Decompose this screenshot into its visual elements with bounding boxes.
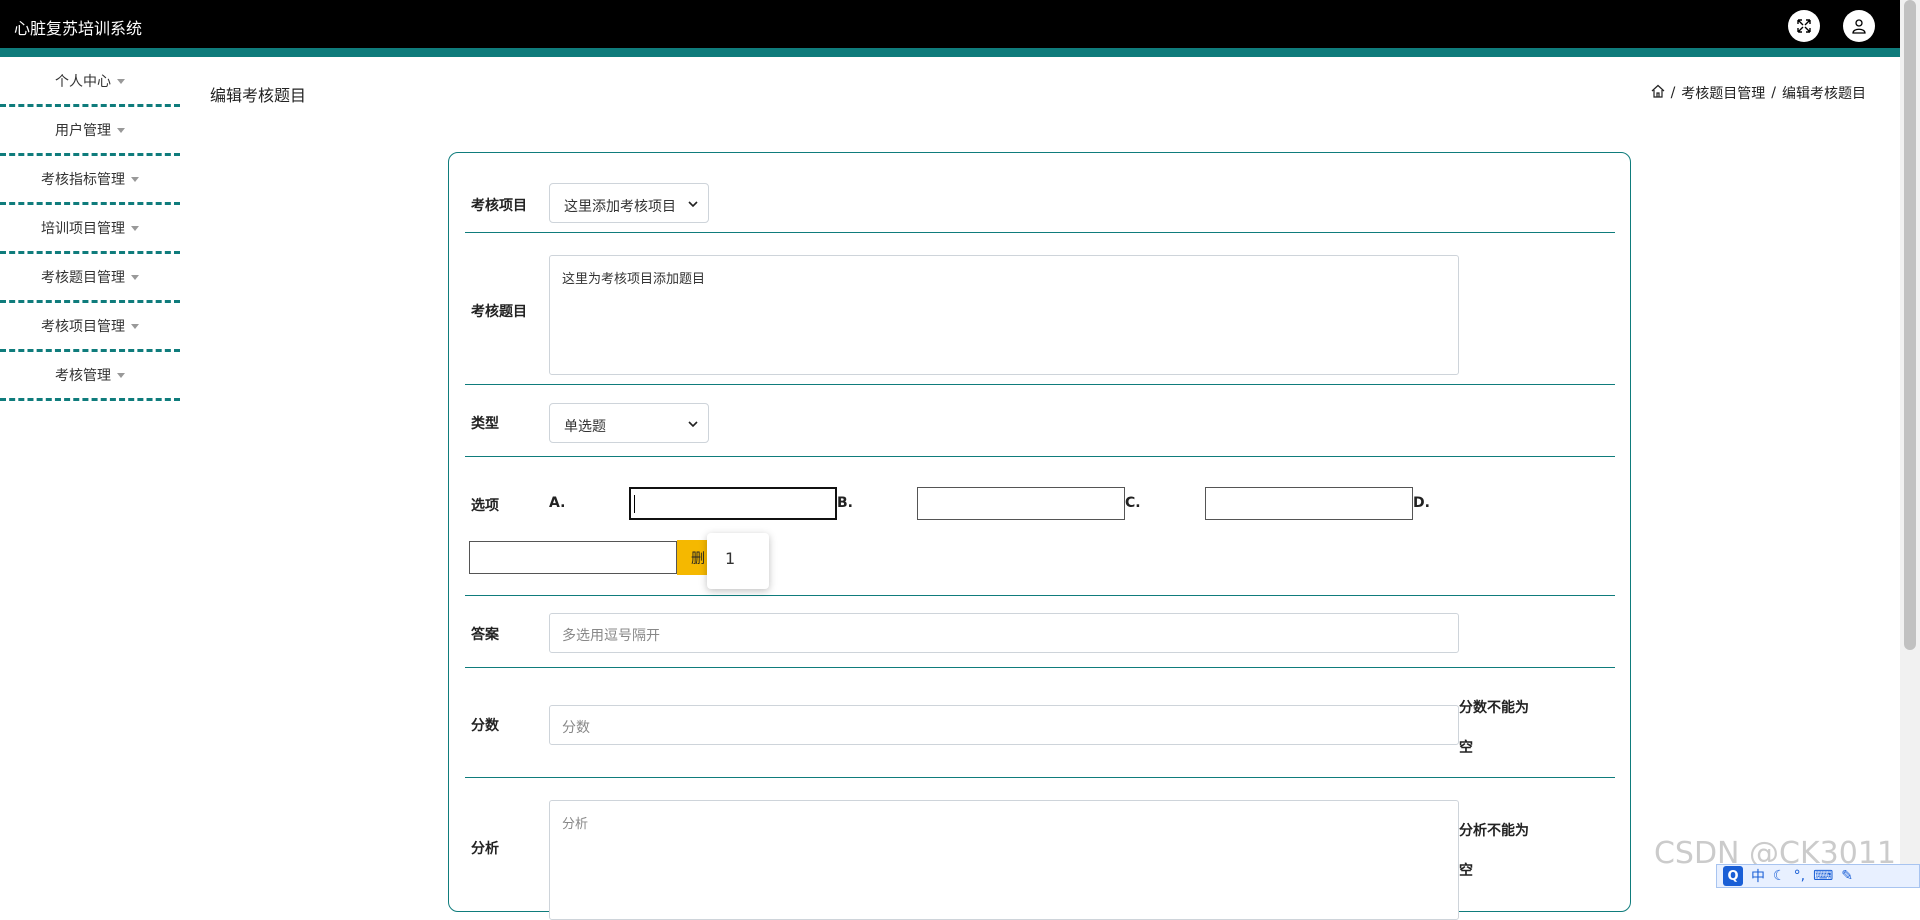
sidebar-item-label: 考核项目管理 [41, 319, 125, 335]
sidebar-item-training-management[interactable]: 培训项目管理 [0, 205, 180, 254]
options-label: 选项 [471, 498, 499, 514]
sidebar-item-assessment-management[interactable]: 考核管理 [0, 352, 180, 401]
option-d-label: D. [1413, 495, 1430, 511]
breadcrumb-separator: / [1771, 85, 1776, 101]
sidebar-item-label: 个人中心 [55, 74, 111, 90]
score-error-message: 分数不能为空 [1459, 700, 1529, 756]
caret-down-icon [131, 323, 139, 329]
user-icon[interactable] [1843, 10, 1875, 42]
fullscreen-icon[interactable] [1788, 10, 1820, 42]
edit-question-form: 考核项目 这里添加考核项目 考核题目 这里为考核项目添加题目 类型 单选题 选项… [448, 152, 1631, 920]
punctuation-icon[interactable]: °, [1794, 868, 1805, 884]
breadcrumb-item-edit-question: 编辑考核题目 [1782, 86, 1866, 102]
analysis-row: 分析 分析 分析不能为空 [465, 778, 1615, 920]
autocomplete-item[interactable]: 1 [725, 549, 735, 568]
answer-placeholder: 多选用逗号隔开 [562, 628, 660, 644]
option-a-label: A. [549, 495, 566, 511]
score-label: 分数 [471, 718, 499, 734]
question-textarea[interactable]: 这里为考核项目添加题目 [549, 255, 1459, 375]
sidebar-item-label: 考核题目管理 [41, 270, 125, 286]
sidebar-item-user-management[interactable]: 用户管理 [0, 107, 180, 156]
ime-logo-icon[interactable]: Q [1723, 866, 1743, 886]
sidebar: 个人中心 用户管理 考核指标管理 培训项目管理 考核题目管理 考核项目管理 考核… [0, 58, 180, 401]
chevron-down-icon [688, 197, 698, 213]
text-cursor [634, 495, 635, 513]
sidebar-item-label: 用户管理 [55, 123, 111, 139]
ime-language-toggle[interactable]: 中 [1751, 866, 1765, 886]
option-b-label: B. [837, 495, 853, 511]
question-label: 考核题目 [471, 304, 527, 320]
settings-icon[interactable]: ✎ [1841, 868, 1853, 884]
app-title: 心脏复苏培训系统 [14, 19, 143, 38]
question-row: 考核题目 这里为考核项目添加题目 [465, 233, 1615, 385]
type-select-value: 单选题 [564, 419, 606, 435]
answer-label: 答案 [471, 627, 499, 643]
score-input[interactable]: 分数 [549, 705, 1459, 745]
autocomplete-popup[interactable]: 1 [707, 533, 769, 589]
caret-down-icon [131, 176, 139, 182]
sidebar-item-indicator-management[interactable]: 考核指标管理 [0, 156, 180, 205]
project-label: 考核项目 [471, 198, 527, 214]
header-accent-strip [0, 48, 1900, 57]
scrollbar-thumb[interactable] [1904, 0, 1916, 650]
caret-down-icon [131, 274, 139, 280]
answer-input[interactable]: 多选用逗号隔开 [549, 613, 1459, 653]
option-c-label: C. [1125, 495, 1141, 511]
sidebar-item-project-management[interactable]: 考核项目管理 [0, 303, 180, 352]
type-row: 类型 单选题 [465, 385, 1615, 457]
type-select[interactable]: 单选题 [549, 403, 709, 443]
score-row: 分数 分数 分数不能为空 [465, 668, 1615, 778]
sidebar-item-label: 培训项目管理 [41, 221, 125, 237]
sidebar-item-label: 考核管理 [55, 368, 111, 384]
caret-down-icon [117, 372, 125, 378]
option-b-input[interactable] [917, 487, 1125, 520]
analysis-error-message: 分析不能为空 [1459, 823, 1529, 879]
page-title: 编辑考核题目 [210, 86, 307, 105]
project-select-value: 这里添加考核项目 [564, 199, 676, 215]
option-d-input[interactable] [469, 541, 677, 574]
project-row: 考核项目 这里添加考核项目 [465, 153, 1615, 233]
sidebar-item-question-management[interactable]: 考核题目管理 [0, 254, 180, 303]
analysis-placeholder: 分析 [562, 817, 589, 832]
option-c-input[interactable] [1205, 487, 1413, 520]
top-bar: 心脏复苏培训系统 [0, 0, 1900, 48]
sidebar-item-label: 考核指标管理 [41, 172, 125, 188]
type-label: 类型 [471, 416, 499, 432]
breadcrumb-item-question-management[interactable]: 考核题目管理 [1681, 83, 1765, 103]
moon-icon[interactable]: ☾ [1773, 868, 1786, 884]
sidebar-item-personal-center[interactable]: 个人中心 [0, 58, 180, 107]
breadcrumb: / 考核题目管理 / 编辑考核题目 [1651, 83, 1866, 103]
caret-down-icon [131, 225, 139, 231]
ime-toolbar[interactable]: Q 中 ☾ °, ⌨ ✎ [1716, 864, 1920, 888]
answer-row: 答案 多选用逗号隔开 [465, 596, 1615, 668]
home-icon[interactable] [1651, 84, 1665, 102]
option-a-input[interactable] [629, 487, 837, 520]
caret-down-icon [117, 78, 125, 84]
options-row: 选项 A. B. C. D. 删 1 [465, 457, 1615, 596]
analysis-textarea[interactable]: 分析 [549, 800, 1459, 920]
question-textarea-value: 这里为考核项目添加题目 [562, 272, 706, 287]
project-select[interactable]: 这里添加考核项目 [549, 183, 709, 223]
page-scrollbar[interactable] [1900, 0, 1920, 888]
breadcrumb-separator: / [1670, 85, 1676, 101]
keyboard-icon[interactable]: ⌨ [1813, 868, 1833, 884]
analysis-label: 分析 [471, 841, 499, 857]
score-placeholder: 分数 [562, 720, 590, 736]
caret-down-icon [117, 127, 125, 133]
chevron-down-icon [688, 417, 698, 433]
